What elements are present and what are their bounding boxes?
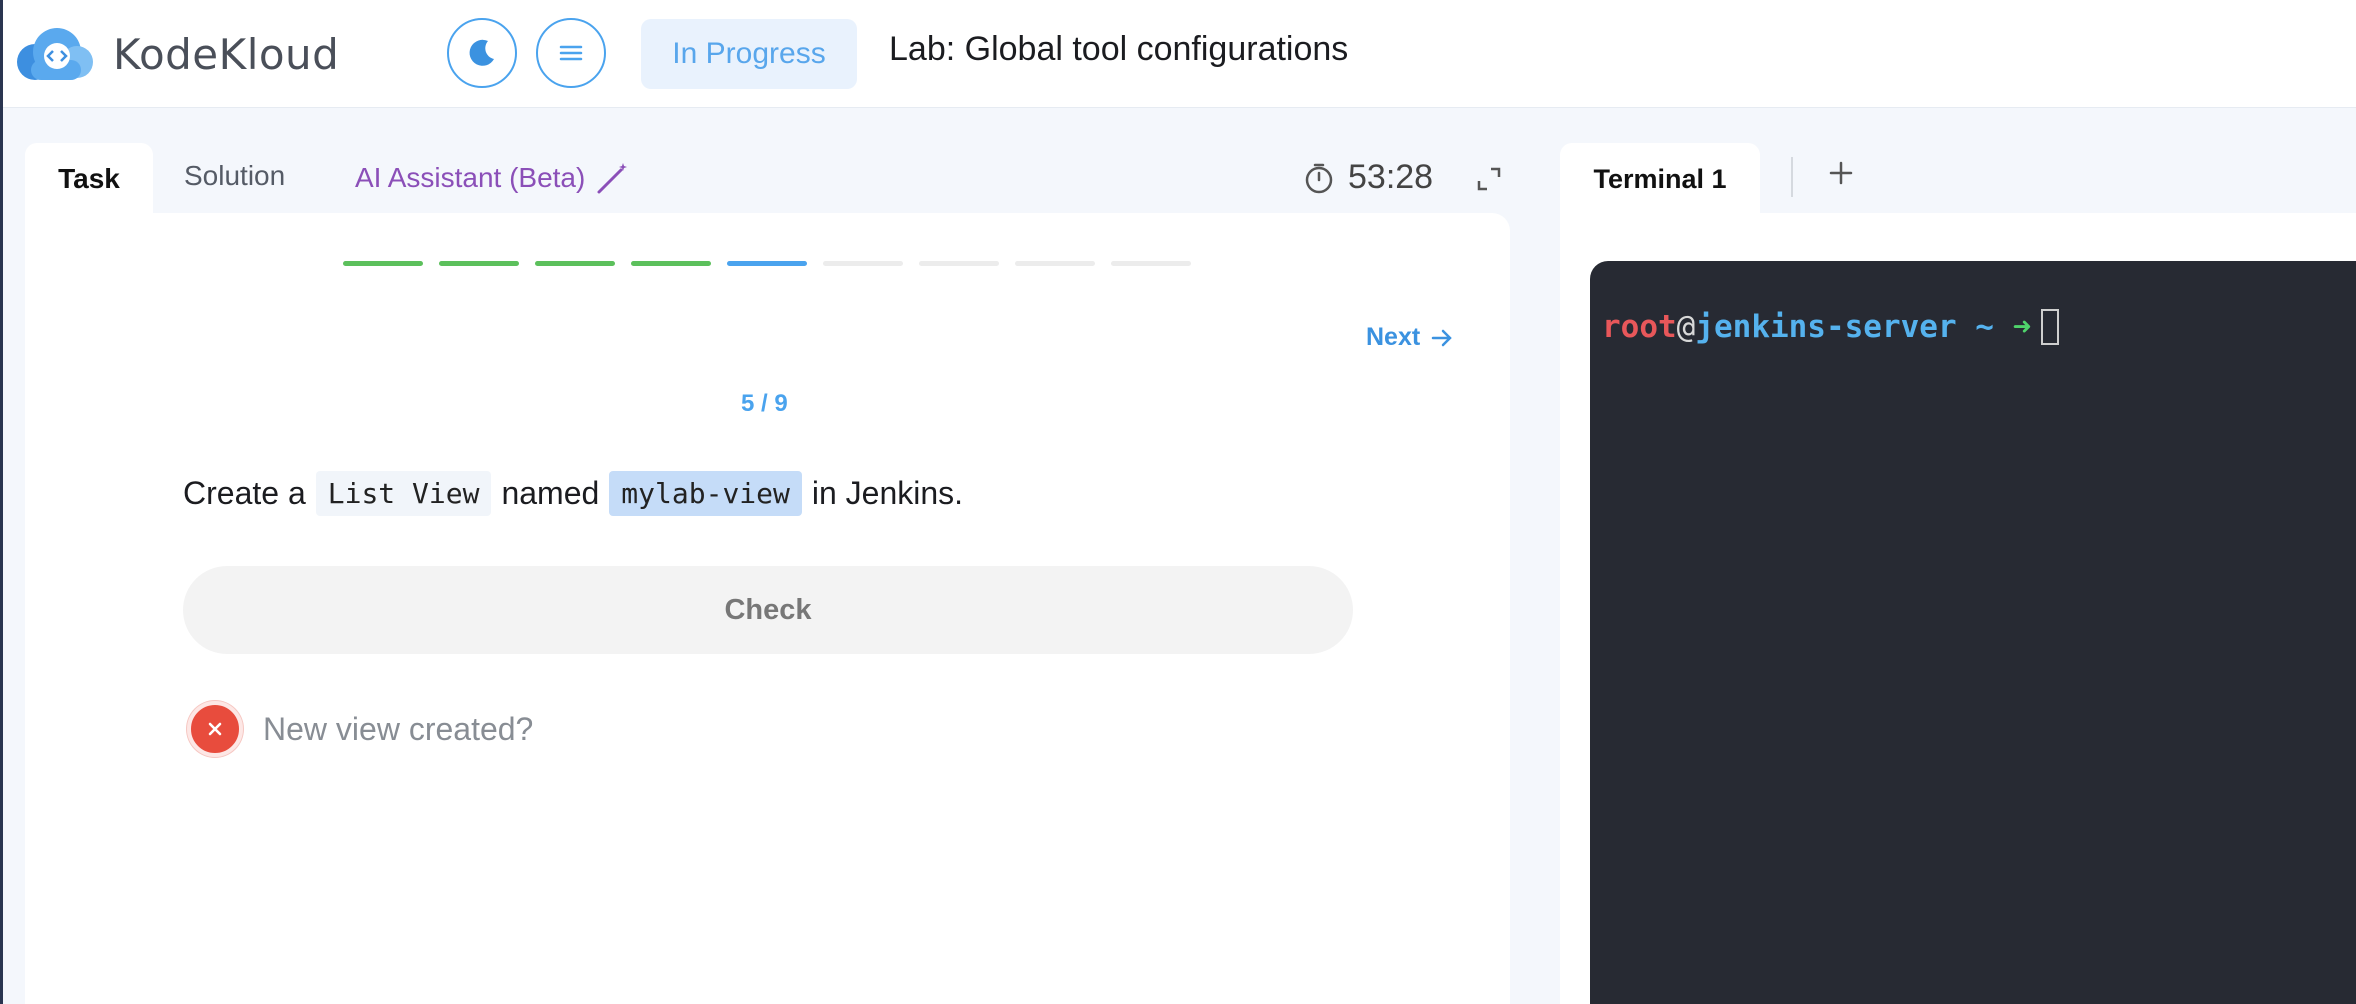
lab-timer: 53:28 — [1302, 158, 1433, 197]
next-label: Next — [1366, 323, 1421, 351]
prompt-tilde: ~ — [1956, 309, 2013, 345]
task-text-middle: named — [501, 475, 600, 511]
window-edge — [0, 0, 3, 1004]
progress-segment[interactable] — [1015, 261, 1095, 266]
menu-lines-icon — [559, 45, 583, 61]
progress-segment[interactable] — [727, 261, 807, 266]
tab-task[interactable]: Task — [25, 143, 153, 215]
magic-wand-icon — [597, 163, 628, 194]
prompt-at: @ — [1676, 309, 1696, 345]
task-text-before: Create a — [183, 475, 306, 511]
task-description: Create a List View named mylab-view in J… — [183, 471, 963, 516]
prompt-arrow: ➜ — [2012, 309, 2032, 345]
brand-logo[interactable]: KodeKloud — [11, 24, 339, 84]
fail-x-icon — [187, 701, 243, 757]
timer-value: 53:28 — [1348, 158, 1434, 196]
kodekloud-cloud-icon — [17, 28, 93, 80]
prompt-user: root — [1602, 309, 1677, 345]
tab-solution[interactable]: Solution — [184, 160, 285, 192]
terminal-cursor — [2041, 309, 2060, 345]
terminal-window[interactable]: root @ jenkins-server ~ ➜ — [1590, 261, 2356, 1004]
progress-segment[interactable] — [439, 261, 519, 266]
step-progress — [343, 261, 1191, 266]
prompt-host: jenkins-server — [1695, 309, 1957, 345]
step-counter: 5 / 9 — [741, 390, 788, 417]
arrow-right-icon — [1431, 329, 1452, 346]
status-badge: In Progress — [641, 19, 857, 89]
expand-button[interactable] — [1474, 164, 1504, 199]
moon-icon — [469, 39, 494, 66]
progress-segment[interactable] — [631, 261, 711, 266]
menu-button[interactable] — [536, 18, 606, 88]
progress-segment[interactable] — [823, 261, 903, 266]
progress-segment[interactable] — [919, 261, 999, 266]
progress-segment[interactable] — [343, 261, 423, 266]
add-terminal-button[interactable] — [1826, 158, 1856, 193]
tab-ai-assistant[interactable]: AI Assistant (Beta) — [355, 160, 629, 196]
dark-mode-button[interactable] — [447, 18, 517, 88]
shell-prompt: root @ jenkins-server ~ ➜ — [1602, 309, 2060, 345]
plus-icon — [1829, 161, 1853, 185]
code-view-name: mylab-view — [609, 471, 802, 516]
tab-divider — [1791, 157, 1793, 197]
next-button[interactable]: Next — [1366, 323, 1454, 352]
lab-title: Lab: Global tool configurations — [889, 30, 1349, 68]
check-result: New view created? — [187, 701, 533, 757]
task-panel: Next 5 / 9 Create a List View named myla… — [25, 213, 1510, 1004]
expand-icon — [1477, 167, 1501, 191]
top-header: KodeKloud In Progress Lab: Global tool c… — [3, 0, 2356, 108]
task-text-after: in Jenkins. — [811, 475, 964, 511]
stopwatch-icon — [1305, 163, 1333, 193]
tab-ai-assistant-label: AI Assistant (Beta) — [355, 162, 586, 193]
result-text: New view created? — [263, 710, 534, 747]
progress-segment[interactable] — [535, 261, 615, 266]
tab-terminal-1[interactable]: Terminal 1 — [1560, 143, 1760, 215]
check-button[interactable]: Check — [183, 566, 1353, 654]
progress-segment[interactable] — [1111, 261, 1191, 266]
code-list-view: List View — [315, 471, 492, 516]
brand-name: KodeKloud — [113, 29, 340, 79]
